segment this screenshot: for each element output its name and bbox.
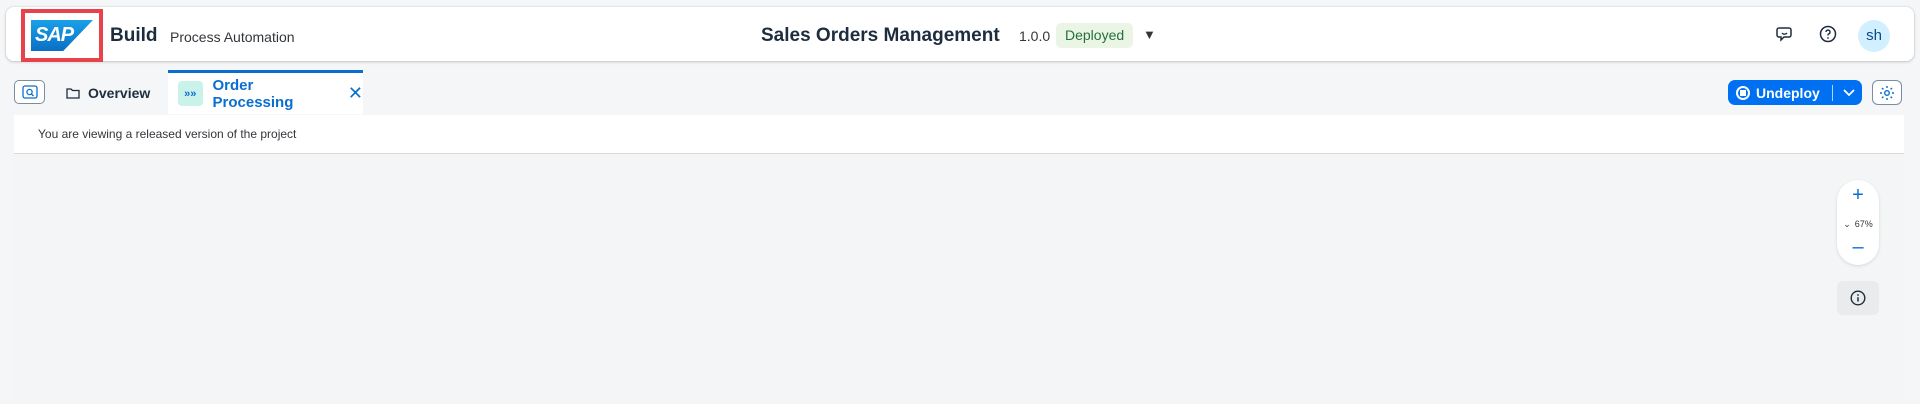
zoom-control: + ⌄ 67% –	[1837, 180, 1879, 265]
feedback-icon[interactable]	[1774, 23, 1796, 45]
sap-logo-link[interactable]: SAP	[21, 9, 103, 62]
undeploy-button[interactable]: Undeploy	[1728, 80, 1862, 105]
search-artifact-button[interactable]	[14, 80, 45, 104]
close-tab-icon[interactable]: ✕	[348, 83, 363, 104]
sap-logo: SAP	[31, 20, 93, 51]
button-divider	[1831, 84, 1833, 101]
chevron-down-icon[interactable]	[1843, 86, 1855, 100]
info-button[interactable]	[1837, 281, 1879, 315]
tab-overview-label: Overview	[88, 85, 151, 101]
zoom-level: 67%	[1854, 219, 1873, 229]
process-canvas[interactable]	[14, 155, 1904, 404]
settings-button[interactable]	[1872, 80, 1902, 105]
stop-icon	[1736, 85, 1750, 100]
tab-bar: Overview »» Order Processing ✕ Undeploy	[14, 70, 1904, 114]
chevron-down-icon: ⌄	[1843, 218, 1851, 229]
undeploy-label: Undeploy	[1756, 84, 1820, 101]
shell-bar: SAP Build Process Automation Sales Order…	[6, 7, 1914, 62]
tab-overview[interactable]: Overview	[66, 83, 150, 103]
zoom-level-dropdown[interactable]: ⌄ 67%	[1837, 216, 1879, 232]
user-avatar[interactable]: sh	[1858, 20, 1890, 52]
status-badge: Deployed	[1056, 23, 1134, 48]
released-version-notice: You are viewing a released version of th…	[14, 115, 1904, 154]
zoom-out-button[interactable]: –	[1837, 236, 1879, 259]
project-version: 1.0.0	[1019, 28, 1051, 44]
tab-order-processing[interactable]: »» Order Processing ✕	[168, 70, 363, 114]
product-subtitle: Process Automation	[170, 29, 295, 45]
folder-icon	[66, 88, 80, 99]
logo-text: SAP	[35, 24, 74, 46]
zoom-in-button[interactable]: +	[1837, 184, 1879, 207]
info-icon	[1850, 290, 1866, 306]
gear-icon	[1880, 85, 1894, 100]
search-icon	[21, 85, 38, 99]
help-icon[interactable]	[1817, 23, 1839, 45]
product-name: Build	[110, 25, 158, 46]
version-dropdown-button[interactable]: ▼	[1143, 27, 1156, 42]
tab-order-processing-label: Order Processing	[212, 76, 294, 111]
project-title: Sales Orders Management	[761, 25, 1000, 46]
process-icon: »»	[178, 81, 203, 106]
